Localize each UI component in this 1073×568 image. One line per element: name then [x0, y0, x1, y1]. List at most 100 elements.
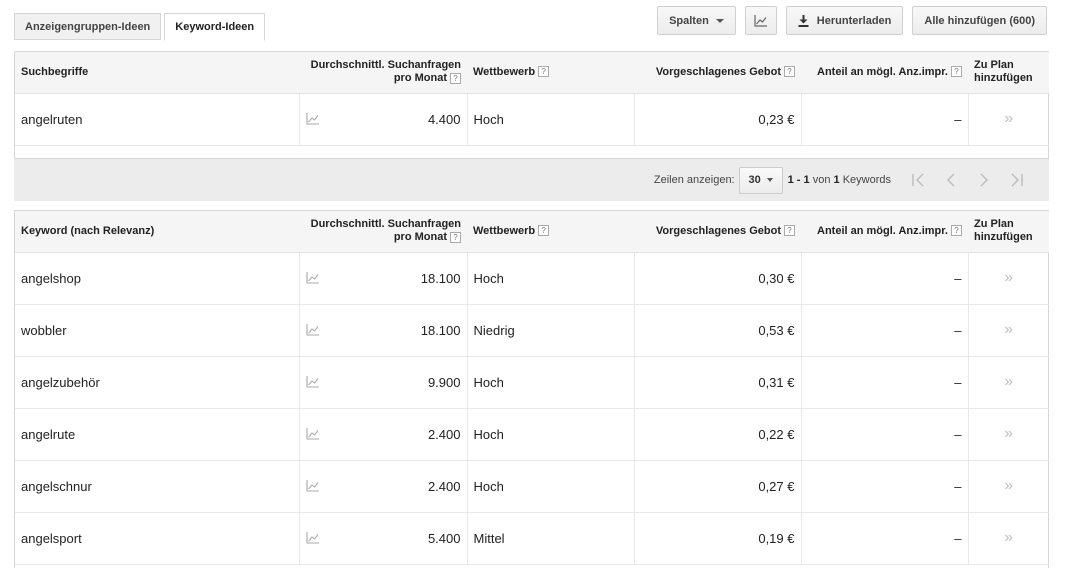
help-icon[interactable]: ? — [951, 225, 962, 237]
column-header-keyword[interactable]: Suchbegriffe — [15, 52, 299, 94]
keyword-cell[interactable]: angelrute — [15, 408, 300, 461]
share-cell: – — [801, 93, 969, 146]
column-header-competition[interactable]: Wettbewerb? — [467, 52, 634, 94]
table-row: angelsport 5.400 Mittel 0,19 € – » — [15, 512, 1049, 565]
keyword-ideas-panel: Keyword (nach Relevanz) Durchschnittl. S… — [14, 210, 1049, 568]
trend-chart-icon[interactable] — [305, 324, 320, 336]
chart-toggle-button[interactable] — [744, 6, 777, 35]
chevron-right-icon — [980, 173, 988, 187]
trend-chart-icon[interactable] — [305, 113, 320, 125]
share-value: – — [954, 374, 962, 390]
share-value: – — [954, 111, 962, 127]
trend-chart-icon[interactable] — [305, 532, 320, 544]
keyword-cell[interactable]: angelsport — [15, 512, 300, 565]
searches-value: 2.400 — [427, 478, 461, 494]
searches-value: 9.900 — [427, 374, 461, 390]
bid-cell: 0,30 € — [634, 252, 802, 305]
help-icon[interactable]: ? — [538, 225, 550, 237]
download-icon — [798, 14, 809, 27]
download-button-label: Herunterladen — [816, 14, 892, 27]
bid-cell: 0,19 € — [634, 512, 802, 565]
searches-cell: 2.400 — [299, 460, 468, 513]
bid-cell: 0,53 € — [634, 304, 802, 357]
help-icon[interactable]: ? — [784, 66, 795, 78]
searches-cell: 18.100 — [299, 304, 468, 357]
add-to-plan-icon[interactable]: » — [1004, 425, 1013, 442]
pagination-range-mid: von — [812, 174, 831, 186]
help-icon[interactable]: ? — [951, 66, 962, 78]
chevron-down-icon — [715, 18, 724, 23]
searches-cell: 9.900 — [299, 356, 468, 409]
share-value: – — [954, 270, 962, 286]
share-cell: – — [801, 512, 969, 565]
pagination-range-count: 1 — [833, 174, 840, 186]
first-page-button[interactable] — [901, 166, 934, 194]
table-row: angelrute 2.400 Hoch 0,22 € – » — [15, 408, 1049, 461]
rows-per-page-label: Zeilen anzeigen: — [653, 174, 735, 186]
column-header-searches-line2: pro Monat — [393, 72, 447, 85]
bid-cell: 0,22 € — [634, 408, 802, 461]
tab-keyword-ideen[interactable]: Keyword-Ideen — [164, 13, 266, 41]
column-header-add-line2: hinzufügen — [974, 72, 1033, 85]
last-page-button[interactable] — [1000, 166, 1033, 194]
column-header-bid-label: Vorgeschlagenes Gebot — [655, 65, 781, 78]
add-to-plan-icon[interactable]: » — [1004, 269, 1013, 286]
add-to-plan-icon[interactable]: » — [1004, 477, 1013, 494]
trend-chart-icon[interactable] — [305, 480, 320, 492]
column-header-searches[interactable]: Durchschnittl. Suchanfragen pro Monat? — [299, 211, 467, 253]
keyword-cell[interactable]: wobbler — [15, 304, 300, 357]
help-icon[interactable]: ? — [450, 72, 461, 84]
column-header-bid[interactable]: Vorgeschlagenes Gebot? — [634, 211, 801, 253]
table-row: angelschnur 2.400 Hoch 0,27 € – » — [15, 460, 1049, 513]
keyword-cell[interactable]: angelshop — [15, 252, 300, 305]
searches-cell: 2.400 — [299, 408, 468, 461]
add-to-plan-cell: » — [968, 304, 1049, 357]
table-row: angelruten 4.400 Hoch 0,23 € – » — [15, 93, 1049, 146]
add-to-plan-cell: » — [968, 512, 1049, 565]
chevron-left-icon — [946, 173, 954, 187]
table-row: wobbler 18.100 Niedrig 0,53 € – » — [15, 304, 1049, 357]
columns-button[interactable]: Spalten — [657, 6, 736, 35]
help-icon[interactable]: ? — [450, 231, 461, 243]
column-header-add-to-plan: Zu Plan hinzufügen — [968, 52, 1049, 94]
column-header-share[interactable]: Anteil an mögl. Anz.impr.? — [801, 52, 968, 94]
previous-page-button[interactable] — [934, 166, 967, 194]
competition-cell: Hoch — [467, 356, 635, 409]
column-header-share[interactable]: Anteil an mögl. Anz.impr.? — [801, 211, 968, 253]
keyword-cell[interactable]: angelschnur — [15, 460, 300, 513]
add-all-button[interactable]: Alle hinzufügen (600) — [912, 6, 1047, 35]
searches-value: 4.400 — [427, 111, 461, 127]
download-button[interactable]: Herunterladen — [785, 6, 904, 35]
chevron-down-icon — [766, 178, 773, 182]
searches-cell: 18.100 — [299, 252, 468, 305]
column-header-searches[interactable]: Durchschnittl. Suchanfragen pro Monat? — [299, 52, 467, 94]
column-header-bid[interactable]: Vorgeschlagenes Gebot? — [634, 52, 801, 94]
trend-chart-icon[interactable] — [305, 376, 320, 388]
competition-cell: Hoch — [467, 252, 635, 305]
column-header-competition[interactable]: Wettbewerb? — [467, 211, 634, 253]
add-to-plan-icon[interactable]: » — [1004, 373, 1013, 390]
tab-anzeigengruppen-ideen[interactable]: Anzeigengruppen-Ideen — [14, 13, 162, 40]
add-to-plan-icon[interactable]: » — [1004, 110, 1013, 127]
column-header-competition-label: Wettbewerb — [473, 224, 536, 237]
trend-chart-icon[interactable] — [305, 428, 320, 440]
trend-chart-icon[interactable] — [305, 272, 320, 284]
bid-cell: 0,31 € — [634, 356, 802, 409]
next-page-button[interactable] — [967, 166, 1000, 194]
column-header-searches-line1: Durchschnittl. Suchanfragen — [310, 59, 461, 72]
share-cell: – — [801, 252, 969, 305]
rows-per-page-select[interactable]: 30 — [738, 166, 783, 194]
add-to-plan-icon[interactable]: » — [1004, 321, 1013, 338]
column-header-keyword[interactable]: Keyword (nach Relevanz) — [15, 211, 299, 253]
help-icon[interactable]: ? — [784, 225, 795, 237]
column-header-competition-label: Wettbewerb — [473, 65, 536, 78]
keyword-cell[interactable]: angelruten — [15, 93, 300, 146]
keyword-cell[interactable]: angelzubehör — [15, 356, 300, 409]
add-to-plan-icon[interactable]: » — [1004, 529, 1013, 546]
help-icon[interactable]: ? — [538, 66, 550, 78]
searches-cell: 4.400 — [299, 93, 468, 146]
table-header-row: Suchbegriffe Durchschnittl. Suchanfragen… — [15, 52, 1049, 94]
pagination-range-prefix: 1 - 1 — [787, 174, 810, 186]
search-terms-table: Suchbegriffe Durchschnittl. Suchanfragen… — [15, 52, 1049, 146]
pagination-bar: Zeilen anzeigen: 30 1 - 1 von 1 Keywords — [14, 159, 1049, 201]
